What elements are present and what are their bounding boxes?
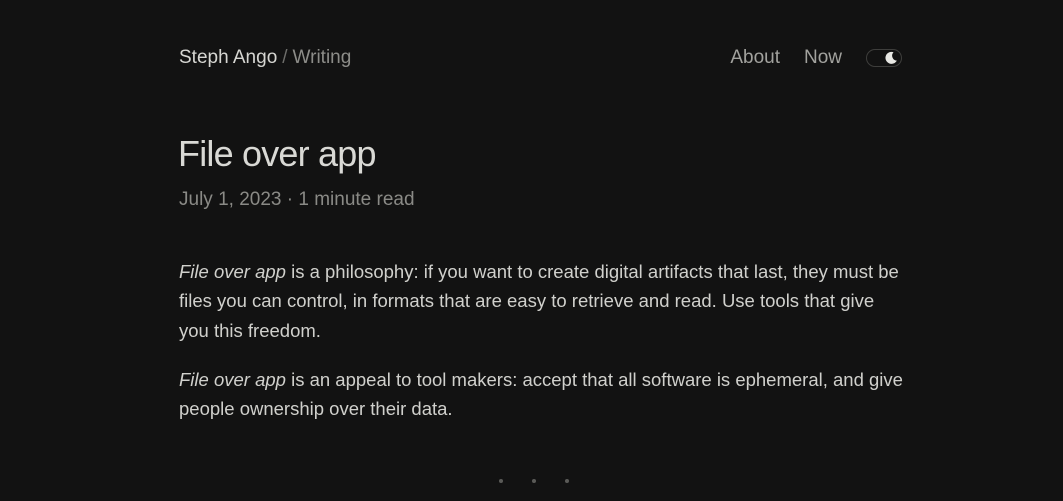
paragraph: File over app is a philosophy: if you wa… bbox=[179, 257, 909, 345]
emphasis-text: File over app bbox=[179, 261, 286, 282]
breadcrumb-separator: / bbox=[282, 47, 288, 68]
meta-separator: · bbox=[286, 189, 294, 210]
section-divider bbox=[499, 479, 598, 483]
publish-date: July 1, 2023 bbox=[179, 189, 282, 210]
writing-link[interactable]: Writing bbox=[293, 47, 352, 69]
paragraph: File over app is an appeal to tool maker… bbox=[179, 365, 909, 424]
site-header: Steph Ango / Writing About Now bbox=[179, 44, 903, 72]
divider-dot bbox=[499, 479, 503, 483]
article-body: File over app is a philosophy: if you wa… bbox=[179, 257, 909, 443]
paragraph-text: is an appeal to tool makers: accept that… bbox=[179, 368, 903, 420]
nav-now-link[interactable]: Now bbox=[804, 47, 842, 69]
divider-dot bbox=[565, 479, 569, 483]
paragraph-text: is a philosophy: if you want to create d… bbox=[179, 261, 899, 341]
page-title: File over app bbox=[178, 133, 377, 174]
breadcrumb: Steph Ango / Writing bbox=[179, 47, 351, 69]
theme-toggle[interactable] bbox=[866, 49, 902, 67]
divider-dot bbox=[532, 479, 536, 483]
moon-icon bbox=[884, 51, 898, 65]
emphasis-text: File over app bbox=[179, 368, 286, 390]
site-name-link[interactable]: Steph Ango bbox=[179, 47, 277, 69]
read-time: 1 minute read bbox=[298, 189, 415, 210]
article-meta: July 1, 2023 · 1 minute read bbox=[179, 188, 415, 212]
nav-about-link[interactable]: About bbox=[730, 47, 780, 69]
main-nav: About Now bbox=[730, 47, 903, 69]
